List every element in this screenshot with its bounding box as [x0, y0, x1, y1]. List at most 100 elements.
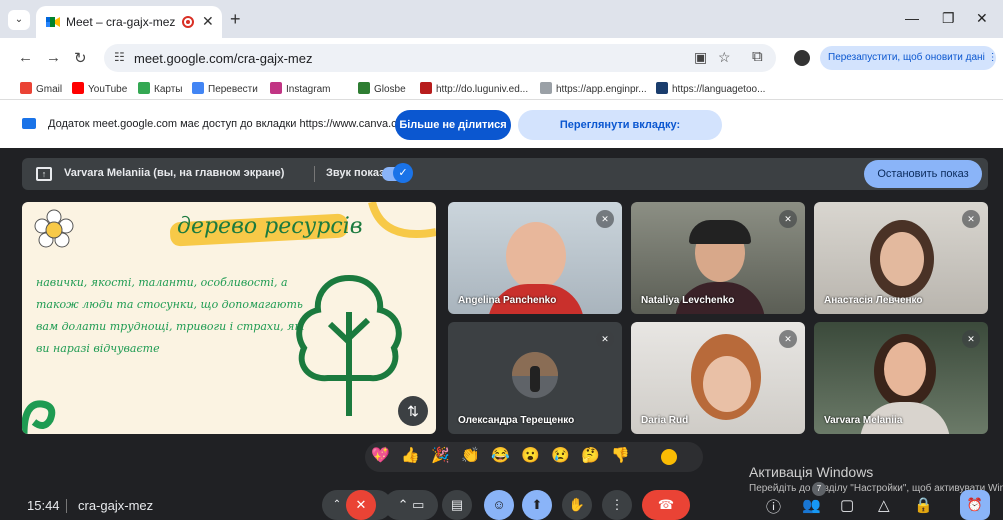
- forward-icon[interactable]: →: [46, 49, 61, 66]
- participant-name: Angelina Panchenko: [458, 295, 557, 306]
- present-screen-icon[interactable]: ⬆: [522, 490, 552, 520]
- alarm-clock-icon[interactable]: ⏰: [960, 490, 990, 520]
- reaction-party[interactable]: 🎉: [431, 446, 450, 464]
- browser-toolbar: ← → ↻ ☷ meet.google.com/cra-gajx-mez ▣ ☆…: [0, 38, 1003, 78]
- mic-off-icon: ✕: [962, 210, 980, 228]
- reaction-thumbs-up[interactable]: 👍: [401, 446, 420, 464]
- new-tab-button[interactable]: +: [230, 9, 241, 30]
- reaction-sad[interactable]: 😢: [551, 446, 570, 464]
- back-icon[interactable]: ←: [18, 49, 33, 66]
- flower-icon: [34, 209, 74, 248]
- browser-tab-meet[interactable]: Meet – cra-gajx-mez ✕: [36, 6, 222, 38]
- reaction-surprised[interactable]: 😮: [521, 446, 540, 464]
- host-controls-icon[interactable]: 🔒: [914, 496, 933, 514]
- slide-body-text: навички, якості, таланти, особливості, а…: [36, 276, 305, 355]
- tab-title: Meet – cra-gajx-mez: [66, 15, 176, 29]
- present-icon: ↑: [36, 167, 52, 181]
- bookmark-label: Instagram: [286, 84, 331, 95]
- captions-icon[interactable]: ▤: [442, 490, 472, 520]
- bookmark-label: YouTube: [88, 84, 128, 95]
- participant-video: [884, 342, 926, 396]
- swap-layout-button[interactable]: ⇅: [398, 396, 428, 426]
- bookmark-languagetool[interactable]: https://languagetoo...: [656, 82, 765, 95]
- participant-name: Олександра Терещенко: [458, 415, 575, 426]
- close-window-icon[interactable]: ✕: [976, 10, 988, 27]
- presenter-label: Varvara Melaniia (вы, на главном экране): [64, 167, 285, 179]
- activities-icon[interactable]: △: [878, 496, 890, 514]
- participant-video: [703, 356, 751, 412]
- bookmark-label: Карты: [154, 84, 183, 95]
- reload-icon[interactable]: ↻: [74, 49, 87, 67]
- bookmark-maps[interactable]: Карты: [138, 82, 183, 95]
- mic-off-icon: ✕: [962, 330, 980, 348]
- bookmark-label: Gmail: [36, 84, 63, 95]
- stop-presenting-button[interactable]: Остановить показ: [864, 160, 982, 188]
- relaunch-button[interactable]: Перезапустити, щоб оновити дані ⋮: [820, 46, 998, 70]
- participant-tile[interactable]: ✕ Анастасія Левченко: [814, 202, 988, 314]
- more-options-icon[interactable]: ⋮: [602, 490, 632, 520]
- info-icon[interactable]: ⓘ: [766, 496, 781, 517]
- presenting-bar: ↑ Varvara Melaniia (вы, на главном экран…: [22, 158, 988, 190]
- stop-sharing-button[interactable]: Більше не ділитися: [395, 110, 511, 140]
- reaction-heart[interactable]: 💖: [371, 446, 390, 464]
- profile-avatar[interactable]: [794, 50, 810, 66]
- participant-name: Nataliya Levchenko: [641, 295, 735, 306]
- bookmark-label: https://languagetoo...: [672, 84, 766, 95]
- minimize-icon[interactable]: —: [905, 10, 919, 26]
- raise-hand-icon[interactable]: ✋: [562, 490, 592, 520]
- reactions-bar: 💖 👍 🎉 👏 😂 😮 😢 🤔 👎: [365, 442, 703, 472]
- participant-avatar: [512, 352, 558, 398]
- reaction-thinking[interactable]: 🤔: [581, 446, 600, 464]
- camera-button[interactable]: ⌃ ▭: [384, 490, 438, 520]
- skin-tone-icon[interactable]: [661, 449, 677, 465]
- close-tab-icon[interactable]: ✕: [202, 13, 214, 30]
- sound-label: Звук показа: [326, 167, 391, 179]
- view-tab-button[interactable]: Переглянути вкладку: www.canva.com: [518, 110, 722, 161]
- participant-tile[interactable]: ✕ Varvara Melaniia: [814, 322, 988, 434]
- tab-search-button[interactable]: ⌄: [8, 10, 30, 30]
- presentation-slide[interactable]: дерево ресурсів навички, якості, таланти…: [22, 202, 436, 434]
- bookmark-star-icon[interactable]: ☆: [718, 49, 731, 66]
- participant-video: [506, 222, 566, 290]
- recording-icon: [182, 16, 194, 28]
- chat-icon[interactable]: ▢: [840, 496, 854, 514]
- sharing-infobar: Додаток meet.google.com має доступ до вк…: [0, 100, 1003, 161]
- bookmark-label: https://app.enginpr...: [556, 84, 647, 95]
- address-bar[interactable]: ☷ meet.google.com/cra-gajx-mez ▣ ☆: [104, 44, 776, 72]
- leave-call-button[interactable]: ☎: [642, 490, 690, 520]
- bookmark-enginpr[interactable]: https://app.enginpr...: [540, 82, 647, 95]
- bookmark-translate[interactable]: Перевести: [192, 82, 258, 95]
- mic-off-button[interactable]: ✕: [346, 490, 376, 520]
- emoji-icon[interactable]: ☺: [484, 490, 514, 520]
- reaction-clap[interactable]: 👏: [461, 446, 480, 464]
- camera-icon[interactable]: ▣: [694, 49, 707, 66]
- bookmark-glosbe[interactable]: Glosbe: [358, 82, 406, 95]
- participant-tile[interactable]: ✕ Nataliya Levchenko: [631, 202, 805, 314]
- mic-off-icon: ✕: [596, 330, 614, 348]
- reaction-thumbs-down[interactable]: 👎: [611, 446, 630, 464]
- windows-activation-title: Активація Windows: [749, 464, 874, 480]
- participant-tile[interactable]: ✕ Angelina Panchenko: [448, 202, 622, 314]
- tree-icon: [296, 274, 402, 416]
- restore-icon[interactable]: ❐: [942, 10, 955, 27]
- headphones: [689, 220, 751, 244]
- extensions-icon[interactable]: ⧉: [752, 48, 763, 65]
- bookmark-luguniv[interactable]: http://do.luguniv.ed...: [420, 82, 528, 95]
- reaction-laugh[interactable]: 😂: [491, 446, 510, 464]
- bookmark-label: Glosbe: [374, 84, 406, 95]
- participant-name: Varvara Melaniia: [824, 415, 903, 426]
- check-icon[interactable]: ✓: [393, 163, 413, 183]
- bookmark-youtube[interactable]: YouTube: [72, 82, 127, 95]
- people-count-badge: 7: [812, 482, 826, 496]
- url-text: meet.google.com/cra-gajx-mez: [134, 51, 313, 66]
- site-info-icon[interactable]: ☷: [114, 50, 125, 64]
- bookmark-gmail[interactable]: Gmail: [20, 82, 62, 95]
- mic-off-icon: ✕: [779, 210, 797, 228]
- participant-tile[interactable]: ✕ Олександра Терещенко: [448, 322, 622, 434]
- divider: [314, 166, 315, 182]
- people-icon[interactable]: 👥: [802, 496, 821, 514]
- bookmark-instagram[interactable]: Instagram: [270, 82, 330, 95]
- participant-tile[interactable]: ✕ Daria Rud: [631, 322, 805, 434]
- screen-share-icon: [22, 118, 36, 129]
- meet-area: ↑ Varvara Melaniia (вы, на главном экран…: [0, 148, 1003, 520]
